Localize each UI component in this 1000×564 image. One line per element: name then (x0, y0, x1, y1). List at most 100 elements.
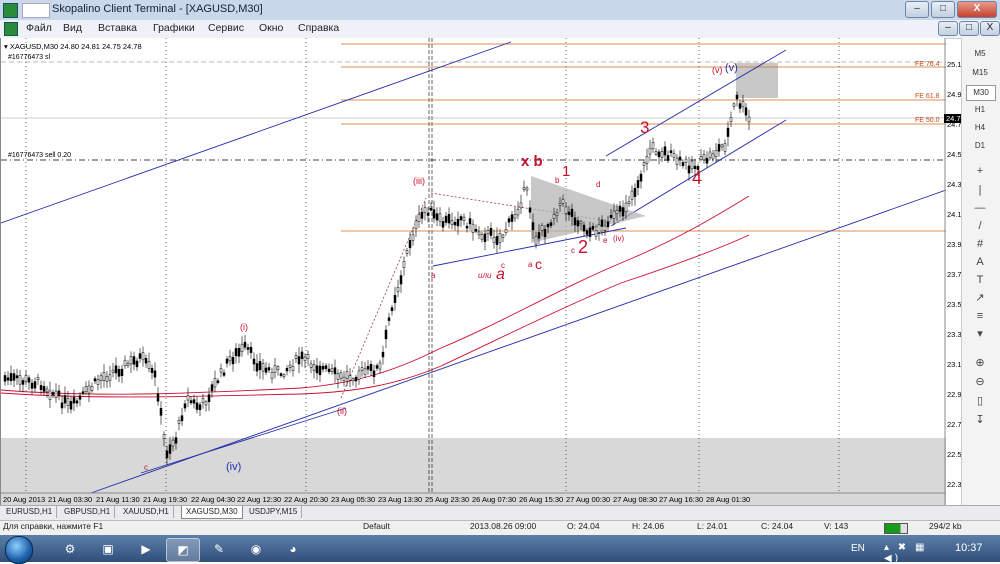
candle-body (552, 214, 556, 219)
time-label: 22 Aug 12:30 (237, 495, 282, 504)
tab-gbpusd[interactable]: GBPUSD,H1 (60, 506, 116, 518)
candle-body (213, 378, 217, 388)
time-label: 23 Aug 13:30 (378, 495, 423, 504)
candle-body (525, 187, 529, 191)
candle-body (396, 287, 400, 292)
taskbar-terminal-icon[interactable]: ◩ (166, 538, 200, 562)
candle-body (189, 400, 193, 404)
symbol-dropdown-icon[interactable]: ▾ (4, 42, 8, 51)
candle-body (417, 214, 421, 222)
candle-body (339, 372, 343, 379)
taskbar-chrome-icon[interactable]: ◉ (240, 538, 272, 560)
candle-body (600, 219, 604, 227)
candle-body (327, 368, 331, 373)
taskbar-explorer-icon[interactable]: ▣ (92, 538, 124, 560)
start-button-icon[interactable] (5, 536, 33, 564)
language-indicator[interactable]: EN (851, 543, 865, 554)
candle-body (516, 208, 520, 216)
crosshair-tool-icon[interactable]: + (969, 163, 991, 179)
candle-body (456, 218, 460, 227)
candle-body (297, 356, 301, 365)
tab-usdjpy[interactable]: USDJPY,M15 (245, 506, 303, 518)
chart-canvas (0, 38, 947, 505)
candle-body (483, 233, 487, 242)
candle-body (24, 375, 28, 382)
taskbar-media-icon[interactable]: ▶ (130, 538, 162, 560)
candle-body (387, 317, 391, 321)
candle-body (279, 373, 283, 376)
time-label: 23 Aug 05:30 (331, 495, 376, 504)
candle-body (177, 420, 181, 424)
status-open: O: 24.04 (567, 521, 600, 531)
timeframe-m15-button[interactable]: M15 (966, 66, 994, 80)
candle-body (654, 151, 658, 155)
candle-body (231, 356, 235, 365)
trendline-tool-icon[interactable]: / (969, 218, 991, 234)
candle-body (291, 366, 295, 371)
tab-xauusd[interactable]: XAUUSD,H1 (119, 506, 174, 518)
minimize-button[interactable]: – (905, 1, 929, 18)
taskbar-folder-icon[interactable]: ✎ (203, 538, 235, 560)
zoom-in-icon[interactable]: ⊕ (969, 355, 991, 371)
autoscroll-icon[interactable]: ↧ (969, 412, 991, 428)
menu-charts[interactable]: Графики (153, 22, 195, 34)
candle-body (405, 250, 409, 254)
candle-body (363, 368, 367, 375)
timeframe-m30-button[interactable]: M30 (966, 85, 996, 101)
timeframe-h1-button[interactable]: H1 (966, 103, 994, 117)
candle-body (705, 157, 709, 164)
tab-eurusd[interactable]: EURUSD,H1 (2, 506, 58, 518)
horizontal-line-tool-icon[interactable]: — (969, 200, 991, 216)
mdi-close-button[interactable]: X (980, 21, 1000, 36)
label-tool-icon[interactable]: T (969, 272, 991, 288)
close-button[interactable]: X (957, 1, 997, 18)
taskbar-network-icon[interactable]: ⚙ (54, 538, 86, 560)
candle-body (21, 380, 25, 385)
status-volume: V: 143 (824, 521, 849, 531)
candle-body (84, 386, 88, 393)
candle-body (390, 307, 394, 312)
zoom-out-icon[interactable]: ⊖ (969, 374, 991, 390)
candle-body (246, 347, 250, 350)
mdi-minimize-button[interactable]: – (938, 21, 958, 36)
timeframe-m5-button[interactable]: M5 (966, 47, 994, 61)
mdi-maximize-button[interactable]: □ (959, 21, 979, 36)
vertical-line-tool-icon[interactable]: | (969, 182, 991, 198)
timeframe-h4-button[interactable]: H4 (966, 121, 994, 135)
fibo-tool-icon[interactable]: ≡ (969, 308, 991, 324)
menu-insert[interactable]: Вставка (98, 22, 137, 34)
menu-tools[interactable]: Сервис (208, 22, 244, 34)
candle-body (207, 394, 211, 403)
candle-body (72, 397, 76, 404)
status-profile: Default (363, 521, 390, 531)
menu-help[interactable]: Справка (298, 22, 339, 34)
wave-c2-label: c (571, 246, 575, 255)
maximize-button[interactable]: □ (931, 1, 955, 18)
candles (3, 91, 751, 465)
status-help-text: Для справки, нажмите F1 (3, 521, 104, 531)
hand-3-label: 3 (640, 118, 650, 137)
hand-1-label: 1 (562, 163, 571, 180)
more-tools-icon[interactable]: ▾ (969, 326, 991, 342)
tab-xagusd[interactable]: XAGUSD,M30 (181, 506, 243, 519)
tray-icons[interactable]: ▴ ✖ ▦ ◀) (884, 542, 940, 564)
candle-body (729, 117, 733, 123)
candle-body (87, 385, 91, 394)
taskbar-firefox-icon[interactable]: ◕ (277, 538, 309, 560)
arrow-tool-icon[interactable]: ↗ (969, 290, 991, 306)
menu-file[interactable]: Файл (26, 22, 52, 34)
status-close: C: 24.04 (761, 521, 794, 531)
candle-body (615, 210, 619, 214)
text-tool-icon[interactable]: A (969, 254, 991, 270)
candle-body (549, 222, 553, 226)
channel-tool-icon[interactable]: # (969, 236, 991, 252)
menu-view[interactable]: Вид (63, 22, 82, 34)
candle-body (435, 213, 439, 221)
menu-window[interactable]: Окно (259, 22, 283, 34)
chart-shift-icon[interactable]: ▯ (969, 393, 991, 409)
status-time: 2013.08.26 09:00 (470, 521, 537, 531)
candle-body (357, 370, 361, 380)
timeframe-d1-button[interactable]: D1 (966, 139, 994, 153)
price-chart[interactable] (0, 38, 947, 505)
candle-body (18, 375, 22, 385)
